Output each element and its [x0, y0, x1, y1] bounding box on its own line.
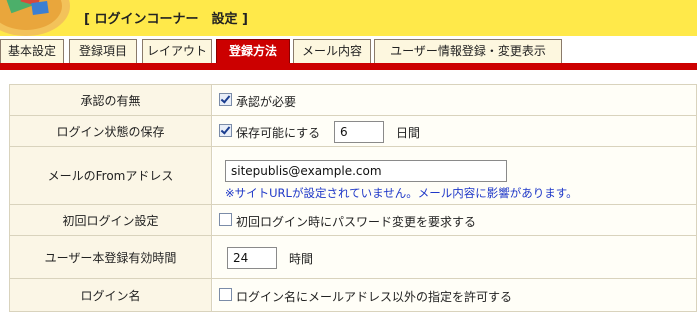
- login-name-checkbox-label: ログイン名にメールアドレス以外の指定を許可する: [236, 290, 513, 304]
- check-icon: [220, 124, 231, 135]
- approval-checkbox-label: 承認が必要: [236, 95, 297, 109]
- mail-from-warning: ※サイトURLが設定されていません。メール内容に影響があります。: [225, 186, 578, 200]
- first-login-checkbox[interactable]: [219, 213, 232, 226]
- tab-user-info-display[interactable]: ユーザー情報登録・変更表示: [374, 39, 562, 63]
- mail-from-label: メールのFromアドレス: [10, 147, 212, 204]
- tab-registration-method[interactable]: 登録方法: [216, 39, 290, 63]
- check-icon: [220, 93, 231, 104]
- tab-basic-settings[interactable]: 基本設定: [0, 39, 64, 63]
- settings-table: 承認の有無 承認が必要 ログイン状態の保存 保存可能にする 日間 メールのFro…: [9, 84, 697, 312]
- approval-checkbox[interactable]: [219, 93, 232, 106]
- save-login-label: ログイン状態の保存: [10, 116, 212, 146]
- first-login-checkbox-label: 初回ログイン時にパスワード変更を要求する: [236, 215, 477, 229]
- expiry-input[interactable]: [227, 247, 277, 269]
- row-mail-from: メールのFromアドレス ※サイトURLが設定されていません。メール内容に影響が…: [10, 147, 696, 205]
- approval-label: 承認の有無: [10, 85, 212, 115]
- save-days-unit: 日間: [396, 126, 421, 140]
- expiry-label: ユーザー本登録有効時間: [10, 236, 212, 278]
- row-first-login: 初回ログイン設定 初回ログイン時にパスワード変更を要求する: [10, 205, 696, 236]
- login-name-checkbox[interactable]: [219, 288, 232, 301]
- login-name-label: ログイン名: [10, 279, 212, 311]
- tab-layout[interactable]: レイアウト: [142, 39, 212, 63]
- expiry-unit: 時間: [289, 252, 314, 266]
- tab-mail-content[interactable]: メール内容: [293, 39, 371, 63]
- row-save-login: ログイン状態の保存 保存可能にする 日間: [10, 116, 696, 147]
- header-bar: [ ログインコーナー 設定 ]: [0, 0, 697, 36]
- mail-from-input[interactable]: [225, 160, 507, 182]
- row-login-name: ログイン名 ログイン名にメールアドレス以外の指定を許可する: [10, 279, 696, 311]
- tab-underline: [0, 63, 697, 70]
- app-logo-icon: [0, 0, 70, 36]
- row-approval: 承認の有無 承認が必要: [10, 85, 696, 116]
- page-title: [ ログインコーナー 設定 ]: [84, 12, 248, 27]
- save-login-checkbox-label: 保存可能にする: [236, 126, 321, 140]
- save-days-input[interactable]: [334, 121, 384, 143]
- row-expiry: ユーザー本登録有効時間 時間: [10, 236, 696, 279]
- first-login-label: 初回ログイン設定: [10, 205, 212, 235]
- save-login-checkbox[interactable]: [219, 124, 232, 137]
- tab-registration-items[interactable]: 登録項目: [69, 39, 137, 63]
